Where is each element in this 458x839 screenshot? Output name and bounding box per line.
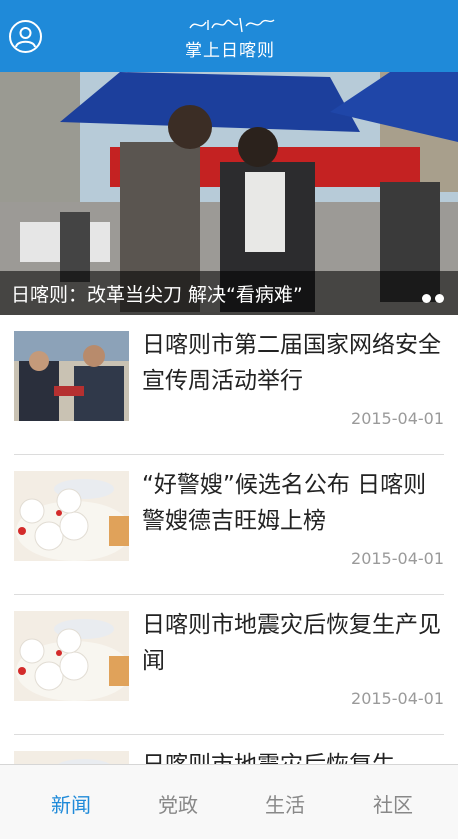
news-thumbnail <box>14 471 129 561</box>
carousel-dot[interactable] <box>422 294 431 303</box>
news-title: “好警嫂”候选名公布 日喀则警嫂德吉旺姆上榜 <box>142 472 427 534</box>
app-logo: 掌上日喀则 <box>170 12 290 61</box>
news-thumbnail <box>14 611 129 701</box>
news-thumbnail <box>14 331 129 421</box>
news-item[interactable]: 日喀则市第二届国家网络安全宣传周活动举行 2015-04-01 <box>14 315 444 455</box>
banner-caption: 日喀则：改革当尖刀 解决“看病难” <box>0 271 458 315</box>
carousel-dot[interactable] <box>435 294 444 303</box>
app-screen: 掌上日喀则 日喀则：改革当尖刀 解决“看病难” 日喀则市第二届国家网络安全宣传周… <box>0 0 458 839</box>
news-title: 日喀则市第二届国家网络安全宣传周活动举行 <box>142 332 441 394</box>
tab-community[interactable]: 社区 <box>353 789 433 818</box>
banner-title[interactable]: 日喀则：改革当尖刀 解决“看病难” <box>11 280 303 307</box>
tab-life[interactable]: 生活 <box>245 789 325 818</box>
news-list: 日喀则市第二届国家网络安全宣传周活动举行 2015-04-01 “好警嫂”候选名… <box>0 315 458 764</box>
news-item[interactable]: “好警嫂”候选名公布 日喀则警嫂德吉旺姆上榜 2015-04-01 <box>14 455 444 595</box>
tab-party-government[interactable]: 党政 <box>138 789 218 818</box>
carousel-indicator <box>418 288 444 307</box>
news-item[interactable]: 日喀则市地震灾后恢复生产见闻 2015-04-01 <box>14 595 444 735</box>
bottom-tab-bar: 新闻 党政 生活 社区 <box>0 764 458 839</box>
news-date: 2015-04-01 <box>351 409 444 428</box>
news-date: 2015-04-01 <box>351 549 444 568</box>
news-date: 2015-04-01 <box>351 689 444 708</box>
user-circle-icon[interactable] <box>9 20 42 53</box>
news-title: 日喀则市地震灾后恢复生产见闻 <box>142 612 441 674</box>
app-header: 掌上日喀则 <box>0 0 458 72</box>
banner-carousel[interactable]: 日喀则：改革当尖刀 解决“看病难” <box>0 72 458 315</box>
app-title: 掌上日喀则 <box>185 41 275 61</box>
tab-news[interactable]: 新闻 <box>31 789 111 818</box>
news-item[interactable]: 日喀则市地震灾后恢复生 <box>14 735 444 764</box>
news-title: 日喀则市地震灾后恢复生 <box>142 747 442 764</box>
news-thumbnail <box>14 751 129 764</box>
logo-script-mark <box>189 17 275 33</box>
